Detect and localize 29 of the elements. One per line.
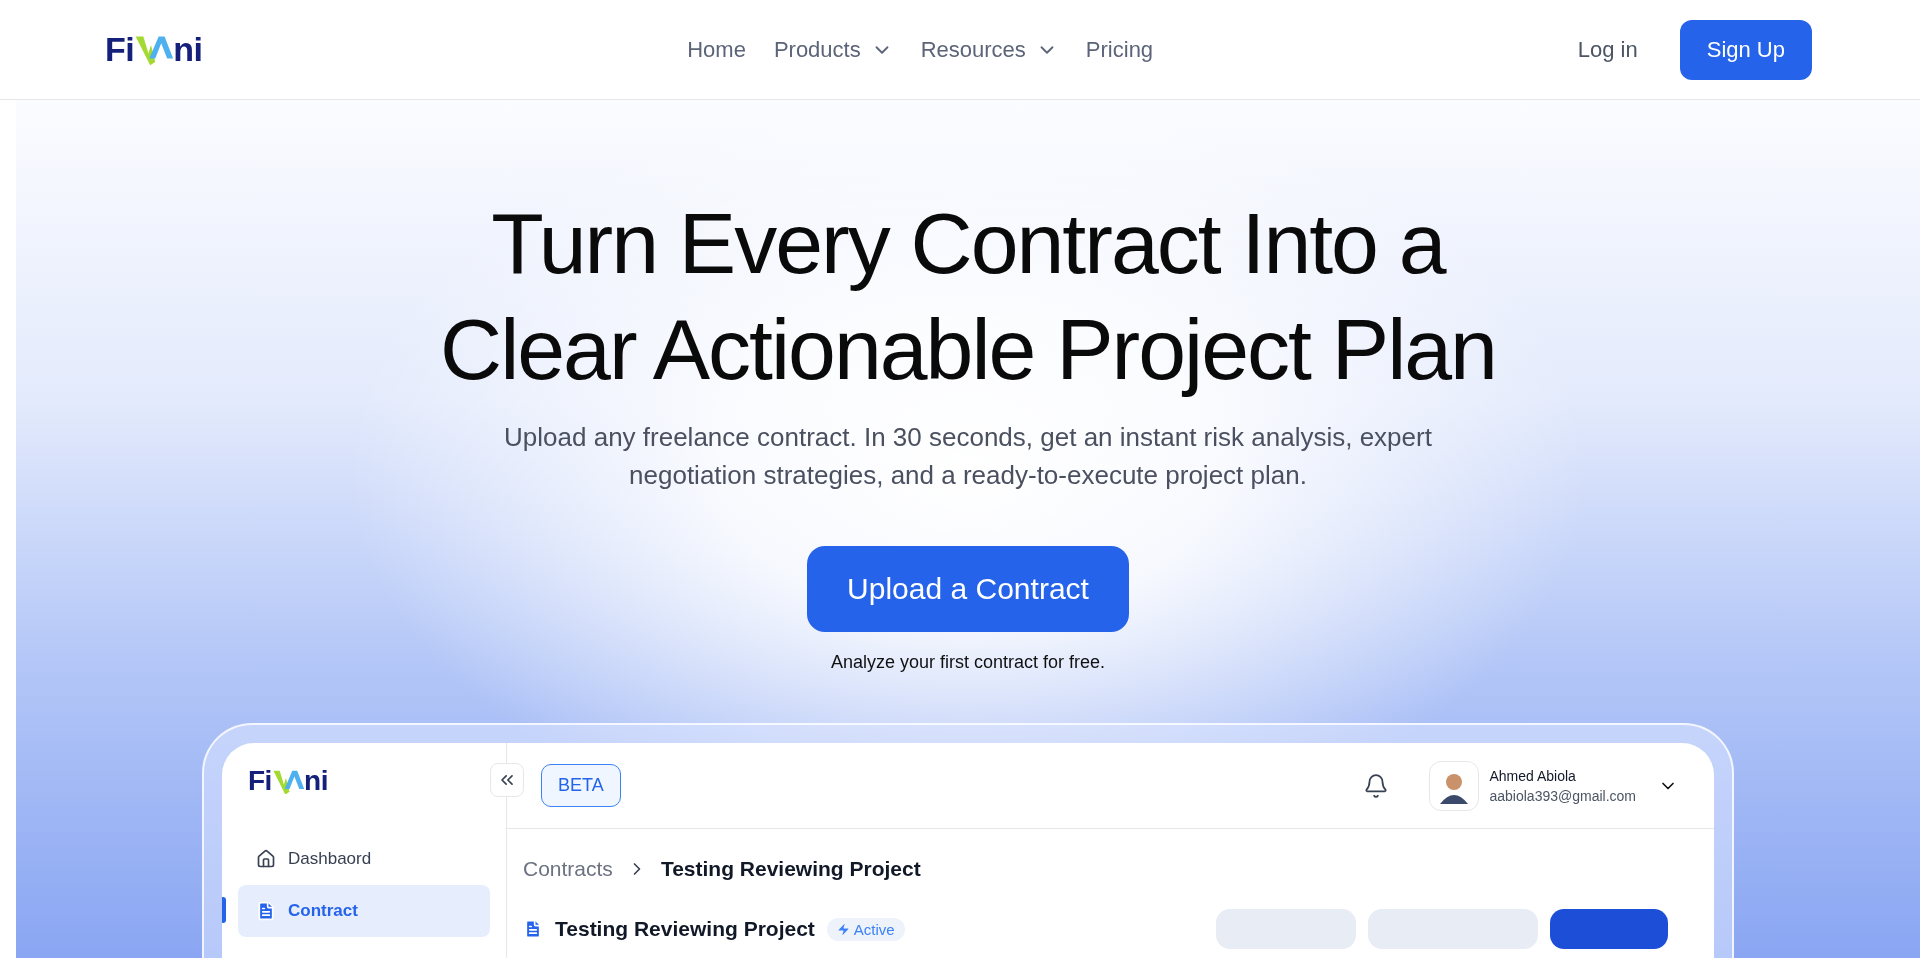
nav-link[interactable]: Resources [920,36,1058,63]
logo-text: Fi [248,765,272,797]
project-title: Testing Reviewing Project [555,917,815,941]
collapse-button[interactable] [490,763,524,797]
nav-link[interactable]: Pricing [1085,36,1154,63]
login-link[interactable]: Log in [1577,36,1638,63]
primary-button[interactable] [1550,909,1668,949]
user-name: Ahmed Abiola [1489,767,1577,784]
sidebar-item[interactable]: Dashbaord [238,833,490,885]
hero-title: Turn Every Contract Into a Clear Actionable Project Plan [440,194,1496,399]
breadcrumb-link[interactable]: Contracts [523,857,613,881]
breadcrumb-current: Testing Reviewing Project [660,857,921,881]
nav-link[interactable]: Home [687,36,746,63]
nav-link[interactable]: Products [773,36,893,63]
upload-button[interactable]: Upload a Contract [807,546,1129,632]
user-email: aabiola393@gmail.com [1489,787,1636,804]
logo-text: ni [173,30,203,69]
home-icon [256,849,276,869]
cta-caption: Analyze your first contract for free. [830,652,1106,673]
hero-subtitle: Upload any freelance contract. In 30 seconds, get an instant risk analysis, expert negotiation strategies, and a ready-to-execute project plan. [504,421,1432,492]
logo-text: Fi [105,30,135,69]
signup-button[interactable]: Sign Up [1679,19,1812,80]
logo-text: ni [304,765,328,797]
status-badge: Active [826,917,905,941]
avatar [1429,760,1480,811]
bell-icon[interactable] [1363,772,1390,799]
beta-badge: BETA [541,764,621,807]
logo-mark-icon [134,33,174,66]
document-icon [256,901,276,921]
